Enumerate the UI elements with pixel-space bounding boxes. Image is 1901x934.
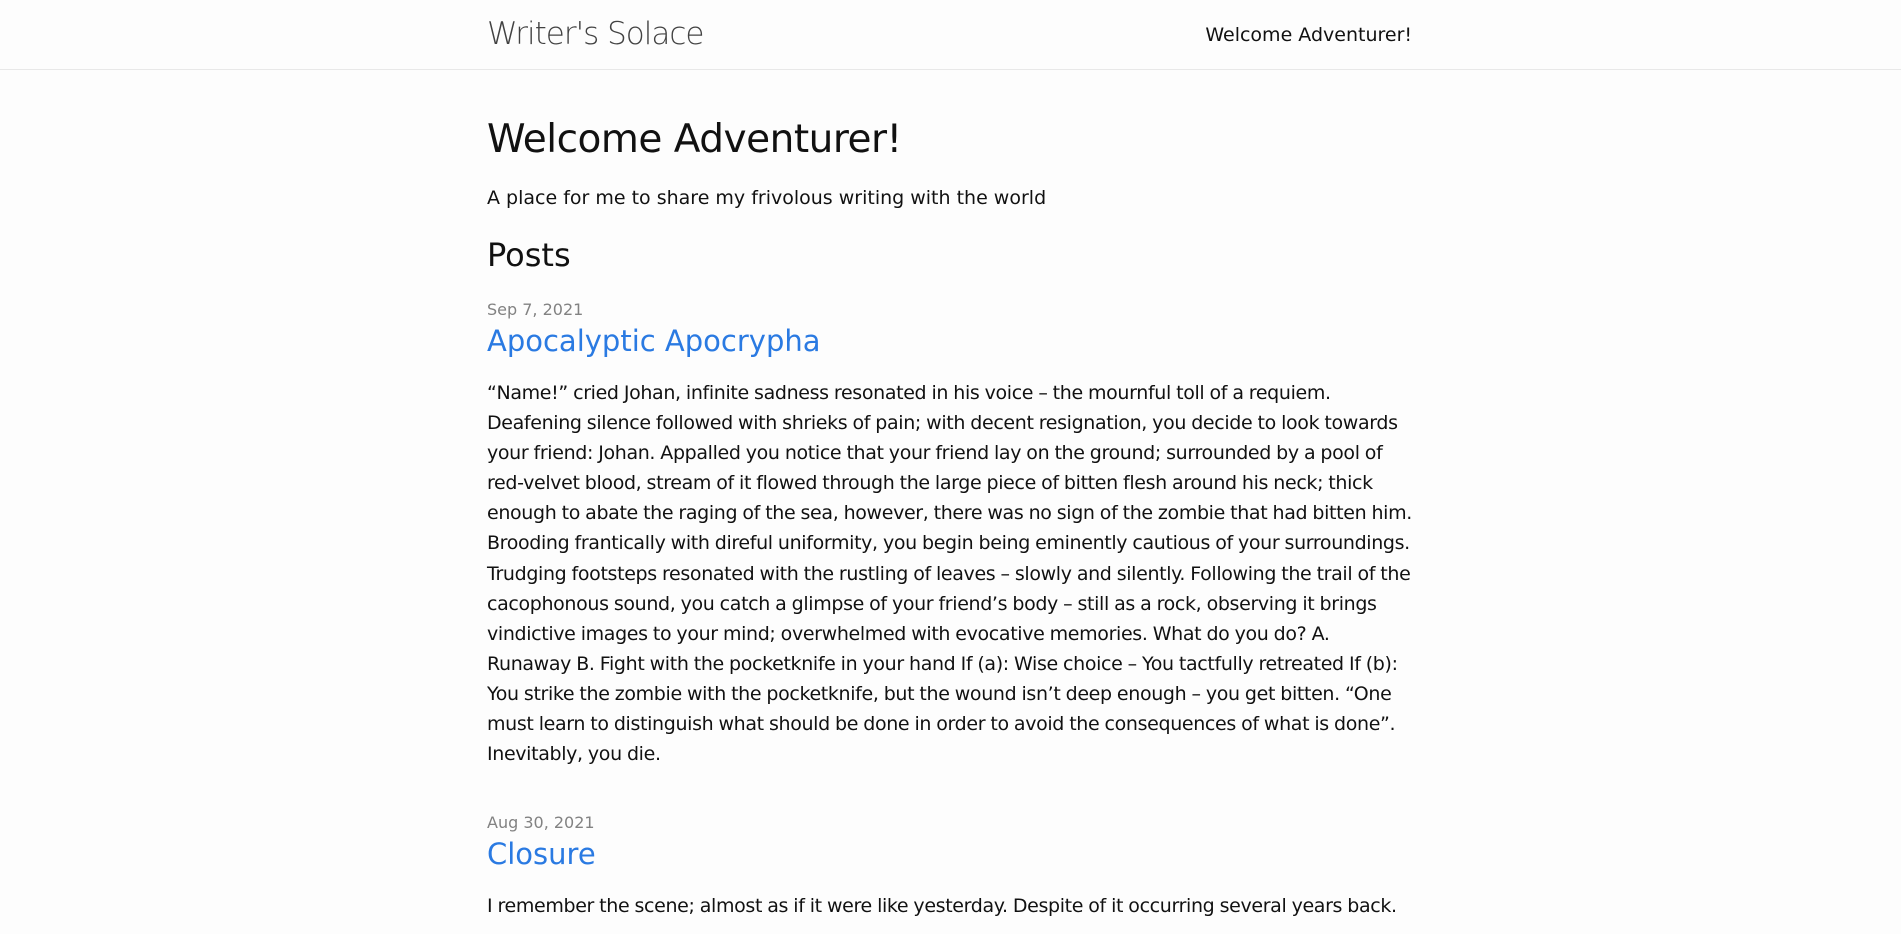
post-date: Sep 7, 2021 (487, 300, 584, 319)
page-content: Welcome Adventurer! A place for me to sh… (0, 70, 1901, 921)
post-list-item: Sep 7, 2021 Apocalyptic Apocrypha “Name!… (487, 298, 1412, 769)
post-title-link[interactable]: Closure (487, 836, 1412, 872)
content-wrapper: Welcome Adventurer! A place for me to sh… (487, 117, 1412, 921)
post-title-link[interactable]: Apocalyptic Apocrypha (487, 323, 1412, 359)
post-list: Sep 7, 2021 Apocalyptic Apocrypha “Name!… (487, 298, 1412, 921)
site-header: Writer's Solace Welcome Adventurer! (0, 0, 1901, 70)
site-tagline: A place for me to share my frivolous wri… (487, 187, 1047, 209)
post-excerpt: “Name!” cried Johan, infinite sadness re… (487, 382, 1412, 766)
page-heading: Welcome Adventurer! (487, 117, 902, 162)
posts-heading: Posts (487, 236, 571, 274)
post-excerpt: I remember the scene; almost as if it we… (487, 895, 1397, 918)
post-date: Aug 30, 2021 (487, 813, 595, 833)
nav-link-welcome[interactable]: Welcome Adventurer! (1205, 22, 1412, 48)
post-list-item: Aug 30, 2021 Closure I remember the scen… (487, 811, 1412, 921)
site-title-link[interactable]: Writer's Solace (487, 14, 704, 54)
